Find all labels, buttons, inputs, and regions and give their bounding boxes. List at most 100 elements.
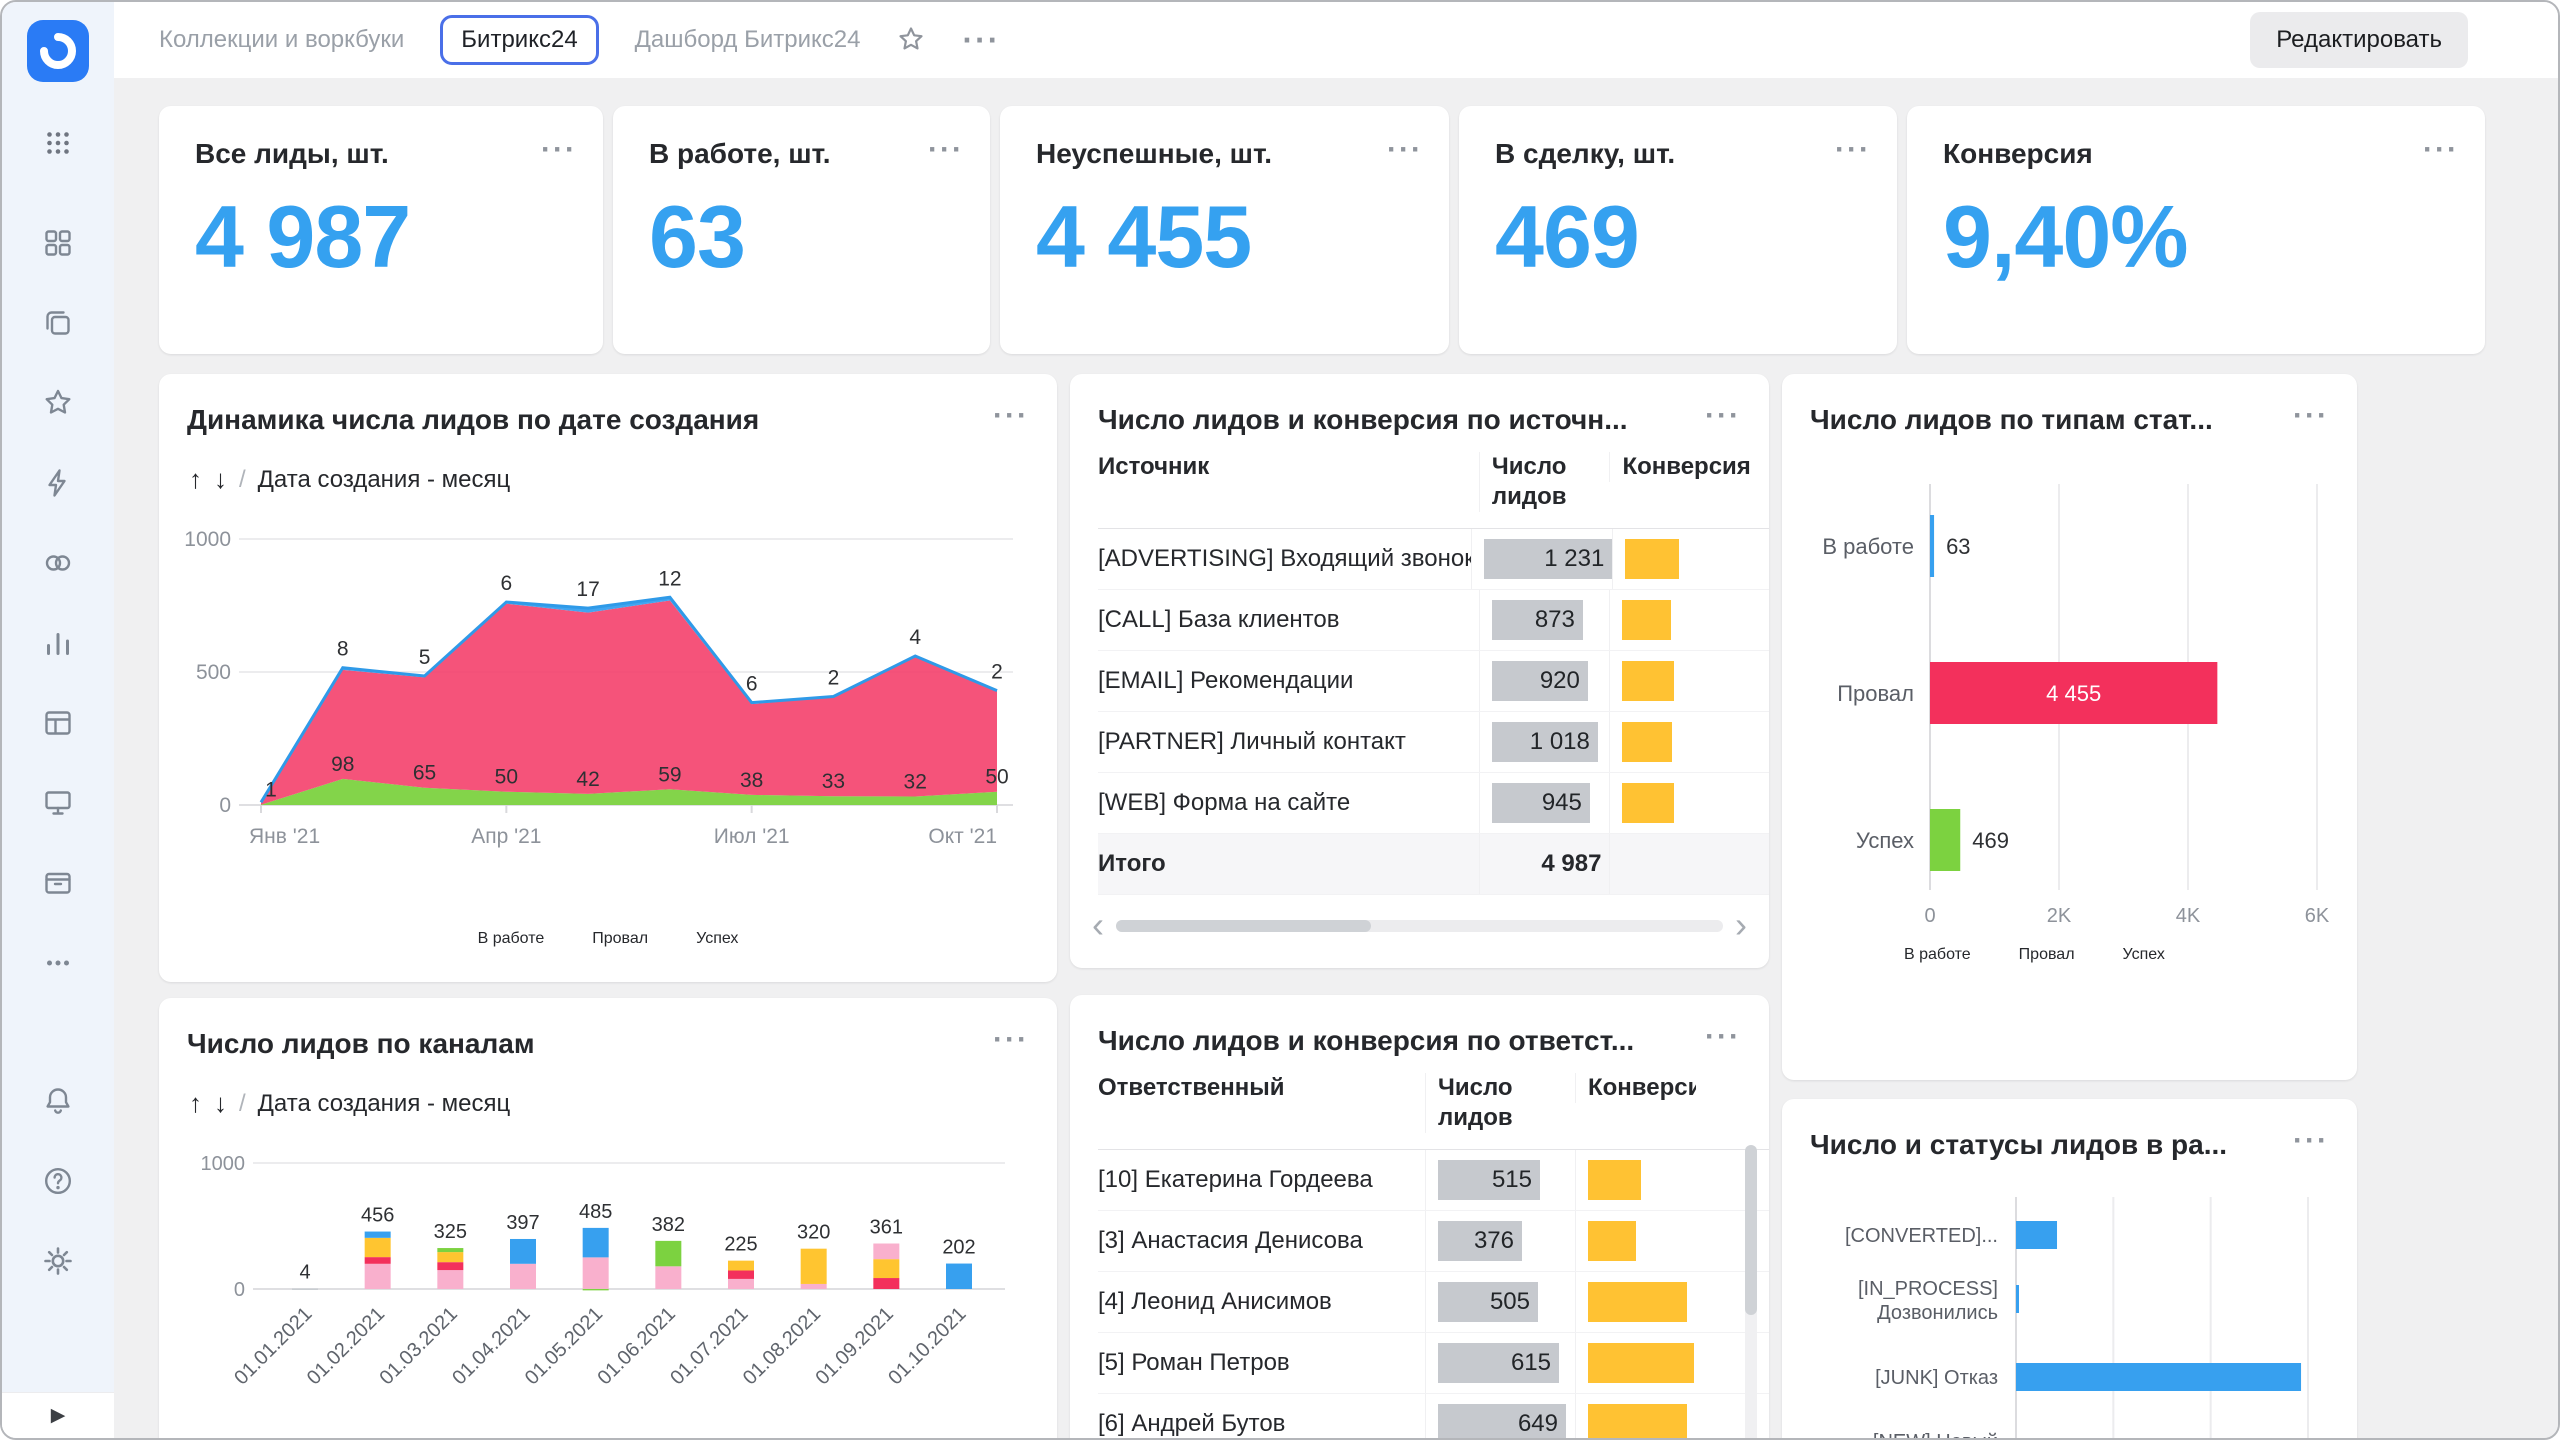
legend-item[interactable]: Успех bbox=[696, 930, 738, 948]
legend-label: Успех bbox=[2123, 946, 2165, 963]
legend-item[interactable]: Провал bbox=[2019, 946, 2075, 964]
conversion-bar bbox=[1622, 722, 1672, 762]
leads-bar: 649 bbox=[1438, 1404, 1566, 1440]
sort-field-label[interactable]: Дата создания - месяц bbox=[258, 466, 511, 494]
storage-box-icon[interactable] bbox=[41, 866, 75, 900]
svg-text:12: 12 bbox=[658, 567, 681, 590]
sort-desc-icon[interactable]: ↓ bbox=[214, 464, 227, 495]
kpi-menu-button[interactable]: ··· bbox=[541, 138, 577, 162]
svg-text:1000: 1000 bbox=[201, 1153, 246, 1175]
status-types-chart: 02K4K6KВ работе63Провал4 455Успех469 bbox=[1808, 466, 2331, 928]
dashboards-icon[interactable] bbox=[41, 706, 75, 740]
sort-controls: ↑ ↓ / Дата создания - месяц bbox=[159, 1060, 1057, 1119]
sort-field-label[interactable]: Дата создания - месяц bbox=[258, 1090, 511, 1118]
workbooks-icon[interactable] bbox=[41, 306, 75, 340]
svg-text:33: 33 bbox=[822, 770, 845, 793]
breadcrumb-collections[interactable]: Коллекции и воркбуки bbox=[159, 26, 404, 54]
panel-menu-button[interactable]: ··· bbox=[1705, 404, 1741, 428]
column-header[interactable]: Источник bbox=[1098, 452, 1479, 482]
datasets-icon[interactable] bbox=[41, 546, 75, 580]
kpi-card-all-leads: Все лиды, шт. ··· 4 987 bbox=[159, 106, 603, 354]
horizontal-scrollbar: ‹ › bbox=[1092, 911, 1747, 940]
panel-title: Динамика числа лидов по дате создания bbox=[187, 404, 759, 436]
panel-leads-by-channel: Число лидов по каналам ··· ↑ ↓ / Дата со… bbox=[159, 998, 1057, 1440]
legend-item[interactable]: В работе bbox=[1904, 946, 1971, 964]
panel-menu-button[interactable]: ··· bbox=[2293, 1129, 2329, 1153]
column-header[interactable]: Конверсия bbox=[1575, 1073, 1735, 1103]
svg-text:469: 469 bbox=[1972, 828, 2009, 853]
row-label: [10] Екатерина Гордеева bbox=[1098, 1150, 1425, 1210]
sidebar-nav bbox=[41, 226, 75, 980]
panel-title: Число лидов и конверсия по источн... bbox=[1098, 404, 1628, 436]
svg-text:4K: 4K bbox=[2176, 905, 2201, 927]
svg-text:Окт '21: Окт '21 bbox=[928, 825, 997, 848]
svg-text:50: 50 bbox=[985, 766, 1008, 789]
svg-text:01.06.2021: 01.06.2021 bbox=[594, 1303, 680, 1389]
sources-table: Источник Число лидов Конверсия [ADVERTIS… bbox=[1098, 452, 1769, 895]
notifications-bell-icon[interactable] bbox=[41, 1084, 75, 1118]
settings-gear-icon[interactable] bbox=[41, 1244, 75, 1278]
scroll-right-icon[interactable]: › bbox=[1735, 911, 1747, 940]
kpi-menu-button[interactable]: ··· bbox=[928, 138, 964, 162]
vertical-scrollbar[interactable] bbox=[1745, 1145, 1757, 1440]
sort-asc-icon[interactable]: ↑ bbox=[189, 1088, 202, 1119]
svg-text:6: 6 bbox=[500, 572, 512, 595]
svg-text:Апр '21: Апр '21 bbox=[471, 825, 541, 848]
legend-item[interactable]: В работе bbox=[478, 930, 545, 948]
collections-icon[interactable] bbox=[41, 226, 75, 260]
svg-text:01.02.2021: 01.02.2021 bbox=[303, 1303, 389, 1389]
kpi-card-in-progress: В работе, шт. ··· 63 bbox=[613, 106, 990, 354]
panel-leads-dynamics: Динамика числа лидов по дате создания ··… bbox=[159, 374, 1057, 982]
column-header[interactable]: Ответственный bbox=[1098, 1073, 1425, 1103]
svg-text:01.07.2021: 01.07.2021 bbox=[666, 1303, 752, 1389]
svg-text:1: 1 bbox=[265, 779, 277, 802]
connections-bolt-icon[interactable] bbox=[41, 466, 75, 500]
topbar-menu-icon[interactable]: ··· bbox=[962, 24, 1000, 56]
column-header[interactable]: Число лидов bbox=[1425, 1073, 1575, 1133]
status-types-legend: В работе Провал Успех bbox=[1904, 946, 2244, 964]
column-header[interactable]: Конверсия bbox=[1609, 452, 1769, 482]
panel-menu-button[interactable]: ··· bbox=[2293, 404, 2329, 428]
help-icon[interactable] bbox=[41, 1164, 75, 1198]
legend-label: Провал bbox=[2019, 946, 2075, 963]
panel-menu-button[interactable]: ··· bbox=[1705, 1025, 1741, 1049]
legend-label: В работе bbox=[1904, 946, 1971, 963]
legend-item[interactable]: Провал bbox=[592, 930, 648, 948]
panel-menu-button[interactable]: ··· bbox=[993, 1028, 1029, 1052]
svg-text:6: 6 bbox=[746, 673, 758, 696]
svg-text:320: 320 bbox=[797, 1222, 830, 1244]
svg-text:361: 361 bbox=[870, 1217, 903, 1239]
breadcrumb-workbook[interactable]: Битрикс24 bbox=[440, 15, 598, 65]
sort-desc-icon[interactable]: ↓ bbox=[214, 1088, 227, 1119]
datalens-logo[interactable] bbox=[27, 20, 89, 82]
favorites-star-icon[interactable] bbox=[41, 386, 75, 420]
scrollbar-thumb[interactable] bbox=[1116, 920, 1371, 932]
charts-icon[interactable] bbox=[41, 626, 75, 660]
table-row: [CALL] База клиентов873 bbox=[1098, 590, 1769, 651]
kpi-value: 4 455 bbox=[1036, 186, 1423, 288]
sort-asc-icon[interactable]: ↑ bbox=[189, 464, 202, 495]
svg-text:397: 397 bbox=[506, 1212, 539, 1234]
breadcrumb-dashboard[interactable]: Дашборд Битрикс24 bbox=[635, 26, 861, 54]
kpi-menu-button[interactable]: ··· bbox=[2423, 138, 2459, 162]
dynamics-legend: В работе Провал Успех bbox=[159, 930, 1057, 948]
monitoring-icon[interactable] bbox=[41, 786, 75, 820]
legend-item[interactable]: Успех bbox=[2123, 946, 2165, 964]
svg-text:32: 32 bbox=[904, 770, 927, 793]
svg-text:4: 4 bbox=[299, 1261, 310, 1283]
kpi-menu-button[interactable]: ··· bbox=[1387, 138, 1423, 162]
table-row: [WEB] Форма на сайте945 bbox=[1098, 773, 1769, 834]
scrollbar-track[interactable] bbox=[1116, 920, 1723, 932]
column-header[interactable]: Число лидов bbox=[1479, 452, 1610, 512]
panel-menu-button[interactable]: ··· bbox=[993, 404, 1029, 428]
apps-grid-icon[interactable] bbox=[41, 126, 75, 160]
sidebar-collapse-button[interactable]: ▶ bbox=[2, 1392, 114, 1438]
kpi-menu-button[interactable]: ··· bbox=[1835, 138, 1871, 162]
kpi-title: Все лиды, шт. bbox=[195, 138, 389, 170]
favorite-star-icon[interactable] bbox=[896, 25, 926, 55]
scrollbar-thumb[interactable] bbox=[1745, 1145, 1757, 1315]
edit-button[interactable]: Редактировать bbox=[2250, 12, 2468, 68]
svg-text:[NEW] Новый: [NEW] Новый bbox=[1873, 1431, 1998, 1440]
scroll-left-icon[interactable]: ‹ bbox=[1092, 911, 1104, 940]
more-icon[interactable] bbox=[41, 946, 75, 980]
